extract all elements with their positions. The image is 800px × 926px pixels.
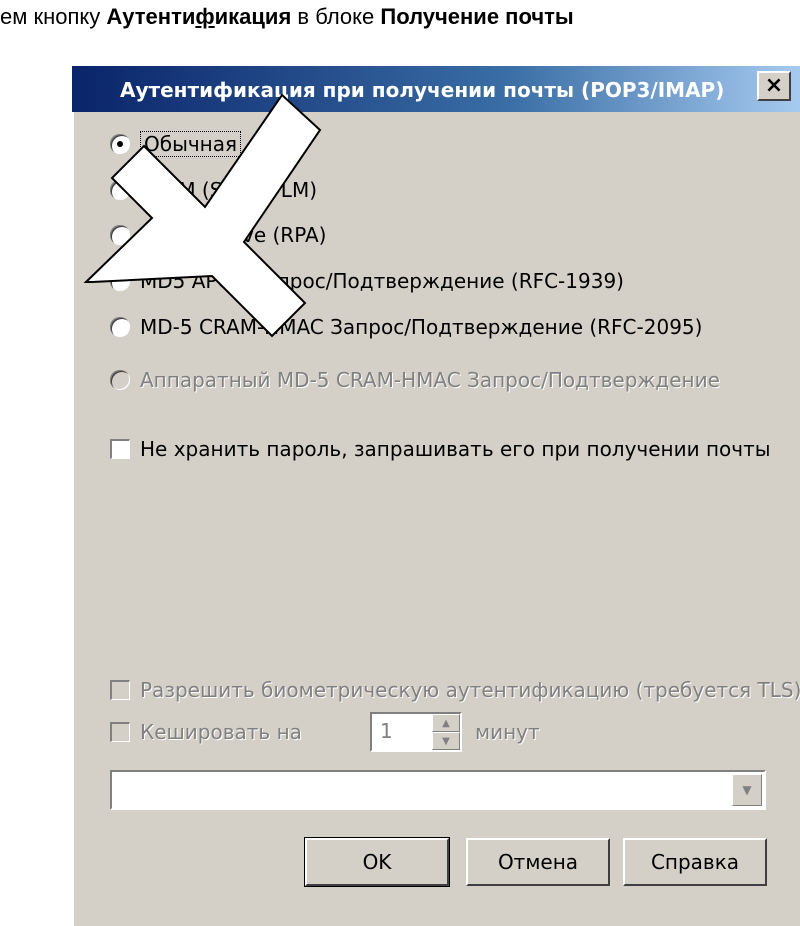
- annotation-arrow-icon: [83, 93, 322, 338]
- pointer-arrow-shape: [83, 93, 322, 338]
